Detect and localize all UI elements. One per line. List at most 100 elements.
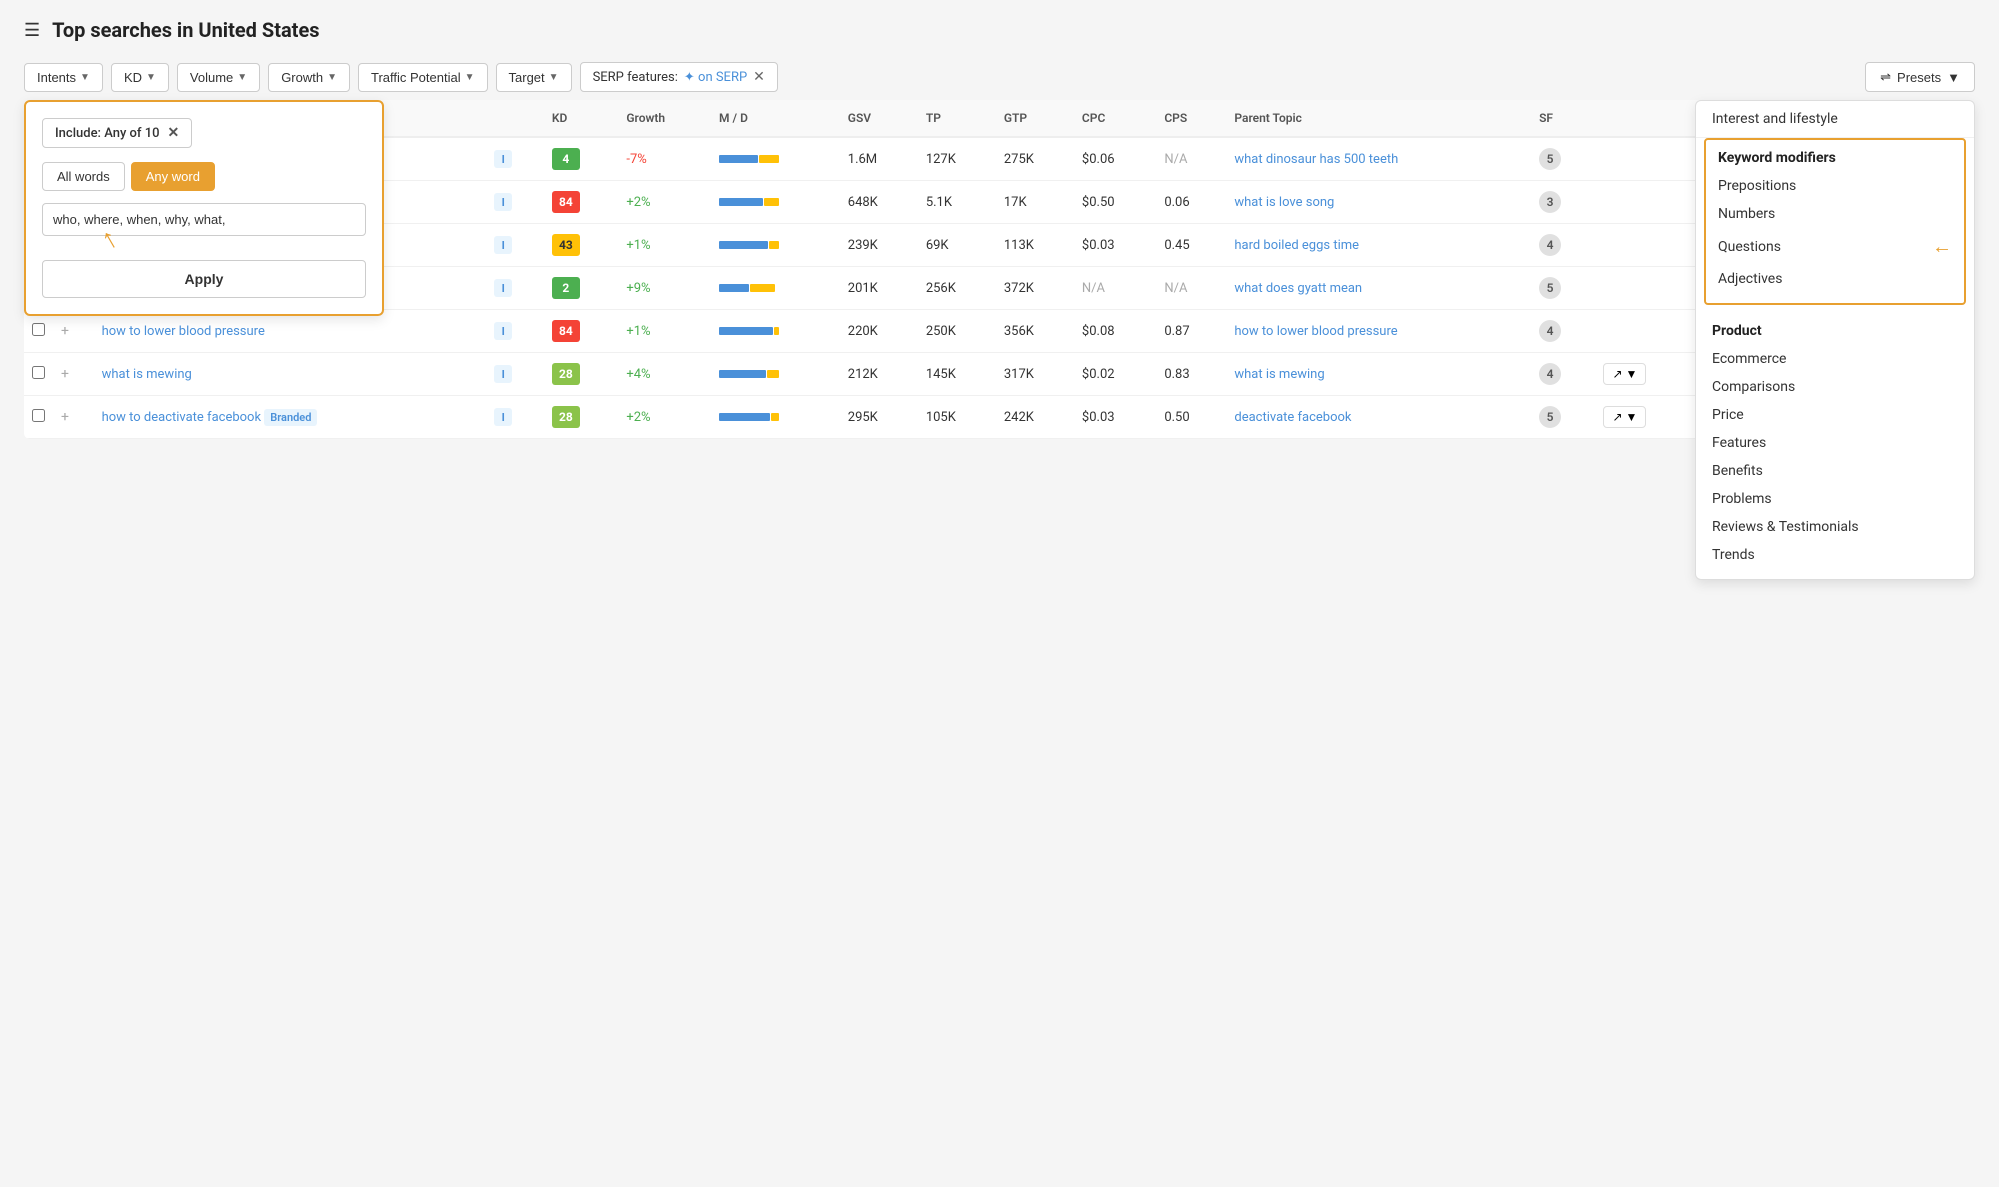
bar-blue — [719, 413, 770, 421]
kd-header[interactable]: KD — [544, 100, 619, 137]
intent-cell: I — [486, 310, 544, 353]
cps-cell: 0.87 — [1156, 310, 1226, 353]
toolbar: Intents ▼ KD ▼ Volume ▼ Growth ▼ Traffic… — [0, 54, 1999, 100]
price-item[interactable]: Price — [1712, 401, 1958, 429]
ecommerce-item[interactable]: Ecommerce — [1712, 345, 1958, 373]
parent-topic-link[interactable]: what does gyatt mean — [1234, 281, 1362, 296]
parent-topic-link[interactable]: hard boiled eggs time — [1234, 238, 1359, 253]
reviews-item[interactable]: Reviews & Testimonials — [1712, 513, 1958, 541]
keyword-link[interactable]: what is mewing — [102, 367, 192, 382]
parent-topic-header[interactable]: Parent Topic — [1226, 100, 1531, 137]
gtp-value: 275K — [1004, 152, 1034, 167]
cpc-value: $0.08 — [1082, 324, 1115, 339]
add-icon[interactable]: + — [61, 409, 69, 425]
cpc-header[interactable]: CPC — [1074, 100, 1156, 137]
hamburger-icon[interactable]: ☰ — [24, 20, 40, 41]
all-words-btn[interactable]: All words — [42, 162, 125, 191]
add-cell[interactable]: + — [53, 396, 94, 439]
sf-badge: 5 — [1539, 148, 1561, 170]
parent-topic-link[interactable]: how to lower blood pressure — [1234, 324, 1397, 339]
trend-arrow-icon: ▼ — [1626, 410, 1638, 424]
growth-label: Growth — [281, 70, 323, 85]
md-cell — [711, 181, 840, 224]
gtp-header[interactable]: GTP — [996, 100, 1074, 137]
md-cell — [711, 267, 840, 310]
parent-topic-link[interactable]: what dinosaur has 500 teeth — [1234, 152, 1398, 167]
md-cell — [711, 224, 840, 267]
keyword-link[interactable]: how to deactivate facebook — [102, 410, 262, 425]
volume-filter-btn[interactable]: Volume ▼ — [177, 63, 260, 92]
kd-filter-btn[interactable]: KD ▼ — [111, 63, 169, 92]
cps-value: 0.06 — [1164, 195, 1189, 210]
traffic-potential-filter-btn[interactable]: Traffic Potential ▼ — [358, 63, 488, 92]
trends-item[interactable]: Trends — [1712, 541, 1958, 569]
row-checkbox-cell[interactable] — [24, 353, 53, 396]
growth-cell: +2% — [618, 181, 711, 224]
intents-filter-btn[interactable]: Intents ▼ — [24, 63, 103, 92]
tp-value: 250K — [926, 324, 956, 339]
tp-header[interactable]: TP — [918, 100, 996, 137]
keywords-input[interactable] — [42, 203, 366, 236]
trend-button[interactable]: ↗ ▼ — [1603, 363, 1646, 385]
adjectives-item[interactable]: Adjectives — [1718, 265, 1952, 293]
problems-item[interactable]: Problems — [1712, 485, 1958, 513]
numbers-item[interactable]: Numbers — [1718, 200, 1952, 228]
target-label: Target — [509, 70, 545, 85]
presets-arrow-icon: ▼ — [1947, 70, 1960, 85]
volume-arrow-icon: ▼ — [237, 72, 247, 83]
cpc-value: N/A — [1082, 281, 1105, 296]
add-icon[interactable]: + — [61, 323, 69, 339]
target-filter-btn[interactable]: Target ▼ — [496, 63, 572, 92]
presets-icon: ⇌ — [1880, 69, 1891, 85]
serp-features-close-icon[interactable]: ✕ — [753, 69, 765, 85]
keyword-cell: how to deactivate facebook Branded — [94, 396, 487, 439]
parent-topic-link[interactable]: what is mewing — [1234, 367, 1324, 382]
bar-blue — [719, 198, 763, 206]
prepositions-item[interactable]: Prepositions — [1718, 172, 1952, 200]
cps-value: N/A — [1164, 281, 1187, 296]
apply-button[interactable]: Apply — [42, 260, 366, 298]
include-label: Include: Any of 10 — [55, 126, 160, 141]
intent-badge: I — [494, 150, 512, 168]
cps-value: 0.87 — [1164, 324, 1189, 339]
kd-badge: 28 — [552, 363, 580, 385]
keyword-link[interactable]: how to lower blood pressure — [102, 324, 265, 339]
any-word-btn[interactable]: Any word — [131, 162, 215, 191]
benefits-item[interactable]: Benefits — [1712, 457, 1958, 485]
growth-filter-btn[interactable]: Growth ▼ — [268, 63, 350, 92]
intent-cell: I — [486, 353, 544, 396]
trend-button[interactable]: ↗ ▼ — [1603, 406, 1646, 428]
cps-value: 0.50 — [1164, 410, 1189, 425]
gtp-cell: 317K — [996, 353, 1074, 396]
parent-topic-link[interactable]: what is love song — [1234, 195, 1334, 210]
questions-item[interactable]: Questions ← — [1718, 228, 1952, 265]
gsv-header[interactable]: GSV — [840, 100, 918, 137]
row-checkbox[interactable] — [32, 323, 45, 336]
cps-header[interactable]: CPS — [1156, 100, 1226, 137]
serp-features-label: SERP features: — [593, 70, 678, 85]
sf-header[interactable]: SF — [1531, 100, 1595, 137]
presets-button[interactable]: ⇌ Presets ▼ — [1865, 62, 1975, 92]
keyword-cell: what is mewing — [94, 353, 487, 396]
tp-cell: 69K — [918, 224, 996, 267]
tp-value: 105K — [926, 410, 956, 425]
include-close-icon[interactable]: ✕ — [168, 125, 180, 141]
bar-blue — [719, 284, 749, 292]
md-bar — [719, 370, 779, 378]
keyword-modifiers-section: Keyword modifiers Prepositions Numbers Q… — [1704, 138, 1966, 305]
sf-badge: 5 — [1539, 277, 1561, 299]
cps-cell: 0.50 — [1156, 396, 1226, 439]
parent-topic-link[interactable]: deactivate facebook — [1234, 410, 1351, 425]
growth-header[interactable]: Growth — [618, 100, 711, 137]
add-cell[interactable]: + — [53, 353, 94, 396]
row-checkbox-cell[interactable] — [24, 396, 53, 439]
comparisons-item[interactable]: Comparisons — [1712, 373, 1958, 401]
interest-lifestyle-item[interactable]: Interest and lifestyle — [1696, 101, 1974, 138]
features-item[interactable]: Features — [1712, 429, 1958, 457]
row-checkbox[interactable] — [32, 409, 45, 422]
row-checkbox[interactable] — [32, 366, 45, 379]
add-icon[interactable]: + — [61, 366, 69, 382]
md-header[interactable]: M / D — [711, 100, 840, 137]
cpc-value: $0.50 — [1082, 195, 1115, 210]
tp-cell: 256K — [918, 267, 996, 310]
